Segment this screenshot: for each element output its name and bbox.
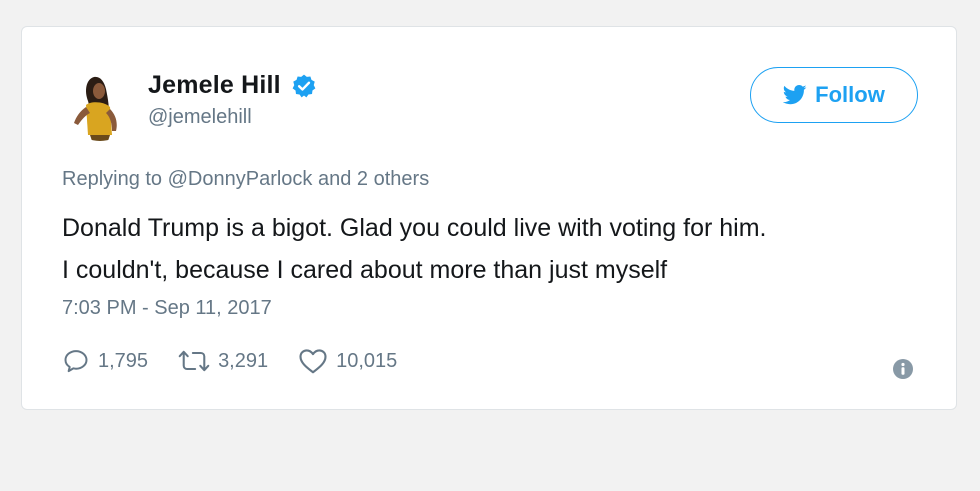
verified-badge-icon	[292, 74, 316, 97]
follow-label: Follow	[815, 82, 885, 107]
user-info: Jemele Hill @jemelehill	[148, 71, 317, 129]
follow-button[interactable]: Follow	[750, 67, 918, 123]
heart-icon	[299, 349, 327, 374]
retweet-count: 3,291	[218, 349, 269, 372]
retweet-button[interactable]: 3,291	[178, 348, 268, 374]
tweet-text-line: I couldn't, because I cared about more t…	[62, 256, 668, 284]
like-button[interactable]: 10,015	[298, 347, 397, 375]
reply-context: Replying to @DonnyParlock and 2 others	[62, 168, 429, 191]
reply-button[interactable]: 1,795	[62, 347, 148, 375]
avatar[interactable]	[64, 69, 136, 141]
reply-mention-link[interactable]: @DonnyParlock	[168, 168, 313, 190]
info-icon[interactable]	[892, 358, 914, 380]
reply-others-link[interactable]: and 2 others	[318, 168, 429, 190]
reply-icon	[64, 350, 88, 373]
tweet-text-line: Donald Trump is a bigot. Glad you could …	[62, 214, 767, 242]
tweet-timestamp[interactable]: 7:03 PM - Sep 11, 2017	[62, 297, 272, 320]
twitter-bird-icon	[783, 85, 807, 105]
tweet-text: Donald Trump is a bigot. Glad you could …	[62, 207, 942, 291]
avatar-image	[64, 69, 136, 141]
tweet-card: Jemele Hill @jemelehill Follow Replying …	[21, 26, 957, 410]
retweet-icon	[178, 350, 210, 372]
display-name[interactable]: Jemele Hill	[148, 71, 281, 100]
user-handle[interactable]: @jemelehill	[148, 106, 317, 129]
reply-count: 1,795	[98, 349, 149, 372]
tweet-actions: 1,795 3,291 10,015	[62, 347, 427, 375]
reply-prefix: Replying to	[62, 168, 163, 190]
like-count: 10,015	[336, 349, 398, 372]
